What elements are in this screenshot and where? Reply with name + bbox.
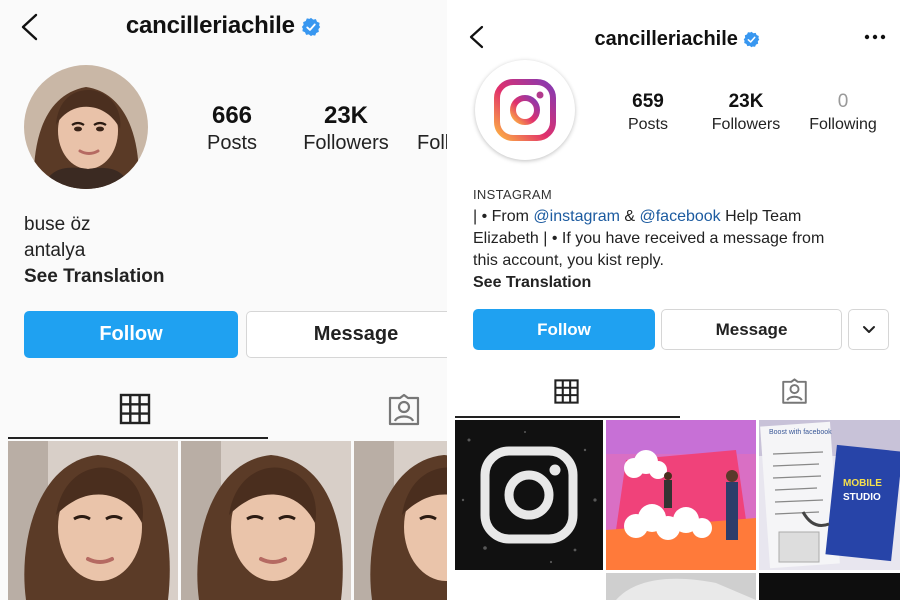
- grid-post-6[interactable]: [759, 573, 900, 600]
- followers-label: Followers: [711, 116, 781, 133]
- profile-screen-right: cancilleriachile 659 Posts 23K Followers…: [455, 0, 900, 600]
- active-tab-indicator: [455, 416, 680, 418]
- bio-line-3: this account, you kist reply.: [473, 252, 664, 269]
- bio-name: buse öz: [24, 214, 91, 235]
- follow-button[interactable]: Follow: [24, 311, 238, 358]
- profile-avatar[interactable]: [475, 60, 575, 160]
- verified-badge-icon: [302, 17, 321, 36]
- bio-line-2: Elizabeth | • If you have received a mes…: [473, 230, 825, 247]
- username-text: cancilleriachile: [125, 12, 295, 39]
- post-photo: [354, 441, 447, 600]
- see-translation-link[interactable]: See Translation: [473, 272, 883, 294]
- post-photo: [181, 441, 351, 600]
- studio-text: STUDIO: [843, 492, 881, 503]
- tab-tagged[interactable]: [386, 392, 422, 428]
- following-stat[interactable]: Following: [417, 102, 447, 156]
- message-button[interactable]: Message: [246, 311, 447, 358]
- mobile-text: MOBILE: [843, 478, 882, 489]
- boost-text: Boost with facebook: [769, 429, 832, 436]
- panel-divider: [447, 0, 455, 600]
- followers-stat[interactable]: 23K Followers: [705, 90, 787, 136]
- post-photo-event: [606, 420, 756, 570]
- followers-label: Followers: [303, 132, 389, 154]
- bio-category: INSTAGRAM: [473, 187, 553, 202]
- bio-line-1: | • From @instagram & @facebook Help Tea…: [473, 206, 883, 228]
- post-photo: [606, 573, 756, 600]
- posts-stat[interactable]: 666 Posts: [196, 102, 268, 156]
- following-count: [417, 102, 447, 130]
- grid-post-5[interactable]: [606, 573, 756, 600]
- post-photo-mobile-studio: Boost with facebook MOBILE STUDIO: [759, 420, 900, 570]
- grid-post-2[interactable]: [606, 420, 756, 570]
- suggested-accounts-button[interactable]: [848, 309, 889, 350]
- grid-post-2[interactable]: [181, 441, 351, 600]
- following-label: Following: [809, 116, 877, 133]
- grid-post-3[interactable]: Boost with facebook MOBILE STUDIO: [759, 420, 900, 570]
- grid-post-1[interactable]: [8, 441, 178, 600]
- chevron-down-icon: [862, 325, 875, 333]
- grid-icon: [554, 379, 579, 404]
- mention-facebook-link[interactable]: @facebook: [639, 208, 720, 225]
- post-photo: [759, 573, 900, 600]
- bio-text: | • From: [473, 208, 534, 225]
- post-grid: [8, 441, 447, 600]
- verified-badge-icon: [744, 31, 760, 48]
- followers-count: 23K: [323, 102, 369, 129]
- tab-tagged[interactable]: [780, 377, 809, 406]
- instagram-logo-icon: [494, 79, 556, 141]
- post-grid: Boost with facebook MOBILE STUDIO: [455, 420, 900, 600]
- grid-post-1[interactable]: [455, 420, 603, 570]
- bio-text: Help Team: [720, 208, 802, 225]
- profile-username-header: cancilleriachile: [0, 12, 447, 40]
- profile-bio: buse öz antalya See Translation: [24, 212, 164, 290]
- grid-icon: [119, 393, 151, 425]
- posts-stat[interactable]: 659 Posts: [615, 90, 681, 136]
- followers-stat[interactable]: 23K Followers: [300, 102, 392, 156]
- post-photo: [8, 441, 178, 600]
- followers-count: 23K: [728, 91, 764, 112]
- follow-button[interactable]: Follow: [473, 309, 655, 350]
- see-translation-link[interactable]: See Translation: [24, 264, 164, 290]
- post-photo-instagram-logo: [455, 420, 603, 570]
- tab-grid[interactable]: [553, 378, 580, 405]
- posts-label: Posts: [206, 132, 258, 154]
- tab-grid[interactable]: [118, 392, 152, 426]
- posts-count: 659: [632, 91, 664, 112]
- profile-screen-left: cancilleriachile 666 Posts 23K Followers…: [0, 0, 447, 600]
- active-tab-indicator: [8, 437, 268, 439]
- tagged-icon: [388, 393, 420, 426]
- grid-post-3[interactable]: [354, 441, 447, 600]
- tagged-icon: [782, 378, 807, 404]
- following-label: Following: [417, 132, 447, 154]
- following-stat[interactable]: 0 Following: [801, 90, 885, 136]
- mention-instagram-link[interactable]: @instagram: [533, 208, 620, 225]
- following-count: 0: [837, 91, 849, 112]
- posts-label: Posts: [627, 116, 668, 133]
- profile-avatar[interactable]: [24, 65, 148, 189]
- profile-username-header: cancilleriachile: [455, 28, 900, 51]
- bio-location: antalya: [24, 240, 86, 261]
- bio-text: &: [619, 208, 640, 225]
- avatar-photo: [24, 65, 148, 189]
- more-options-icon[interactable]: [863, 30, 887, 44]
- profile-bio: INSTAGRAM | • From @instagram & @faceboo…: [473, 184, 883, 294]
- username-text: cancilleriachile: [594, 28, 738, 50]
- posts-count: 666: [211, 102, 253, 129]
- message-button[interactable]: Message: [661, 309, 842, 350]
